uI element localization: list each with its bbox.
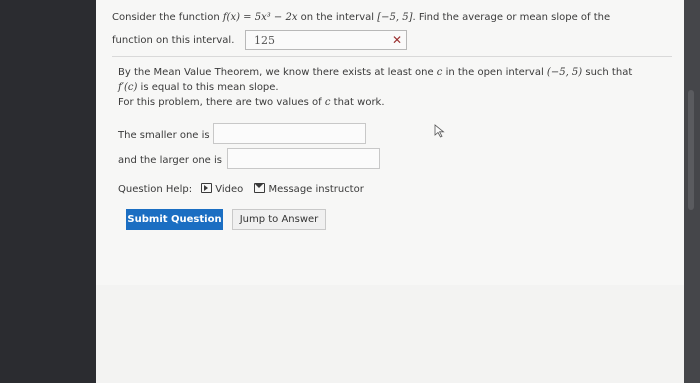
- card-lower-area: [96, 285, 684, 383]
- mvt-line-1-prefix: By the Mean Value Theorem, we know there…: [118, 67, 437, 78]
- video-link-label: Video: [215, 184, 244, 195]
- mvt-line-2: f′(c) is equal to this mean slope.: [118, 81, 279, 94]
- section-divider: [112, 56, 672, 57]
- smaller-value-label: The smaller one is: [118, 130, 210, 141]
- mouse-pointer-icon: [434, 124, 445, 138]
- function-expression: f(x) = 5x³ − 2x: [222, 12, 298, 23]
- smaller-value-input[interactable]: [213, 123, 366, 144]
- mean-slope-answer-field[interactable]: 125 ✕: [245, 30, 407, 50]
- question-mid: on the interval: [297, 12, 378, 23]
- question-line-2: function on this interval.: [112, 35, 235, 46]
- mvt-line-3-prefix: For this problem, there are two values o…: [118, 97, 325, 108]
- jump-to-answer-button[interactable]: Jump to Answer: [232, 209, 326, 230]
- derivative-expression: f′(c): [118, 82, 138, 93]
- larger-value-input[interactable]: [227, 148, 380, 169]
- question-help-label: Question Help:: [118, 184, 193, 195]
- question-suffix: . Find the average or mean slope of the: [412, 12, 611, 23]
- submit-question-button[interactable]: Submit Question: [126, 209, 223, 230]
- scrollbar-thumb[interactable]: [688, 90, 694, 210]
- mvt-line-1-mid: in the open interval: [442, 67, 547, 78]
- open-interval-expression: (−5, 5): [546, 67, 583, 78]
- message-instructor-link[interactable]: Message instructor: [254, 183, 364, 195]
- mvt-line-2-suffix: is equal to this mean slope.: [137, 82, 279, 93]
- question-prefix: Consider the function: [112, 12, 223, 23]
- larger-value-label: and the larger one is: [118, 155, 222, 166]
- video-link[interactable]: Video: [201, 183, 246, 195]
- interval-expression: [−5, 5]: [377, 12, 413, 23]
- question-line-1: Consider the function f(x) = 5x³ − 2x on…: [112, 11, 610, 24]
- mean-slope-answer-value: 125: [254, 34, 275, 47]
- question-help: Question Help: Video Message instructor: [118, 183, 364, 196]
- mvt-line-1-suffix: such that: [582, 67, 633, 78]
- envelope-icon: [254, 183, 266, 193]
- mvt-line-1: By the Mean Value Theorem, we know there…: [118, 66, 632, 79]
- mvt-line-3: For this problem, there are two values o…: [118, 96, 385, 109]
- mvt-line-3-suffix: that work.: [330, 97, 385, 108]
- video-play-icon: [201, 183, 213, 193]
- incorrect-x-icon: ✕: [391, 33, 402, 47]
- message-instructor-label: Message instructor: [268, 184, 364, 195]
